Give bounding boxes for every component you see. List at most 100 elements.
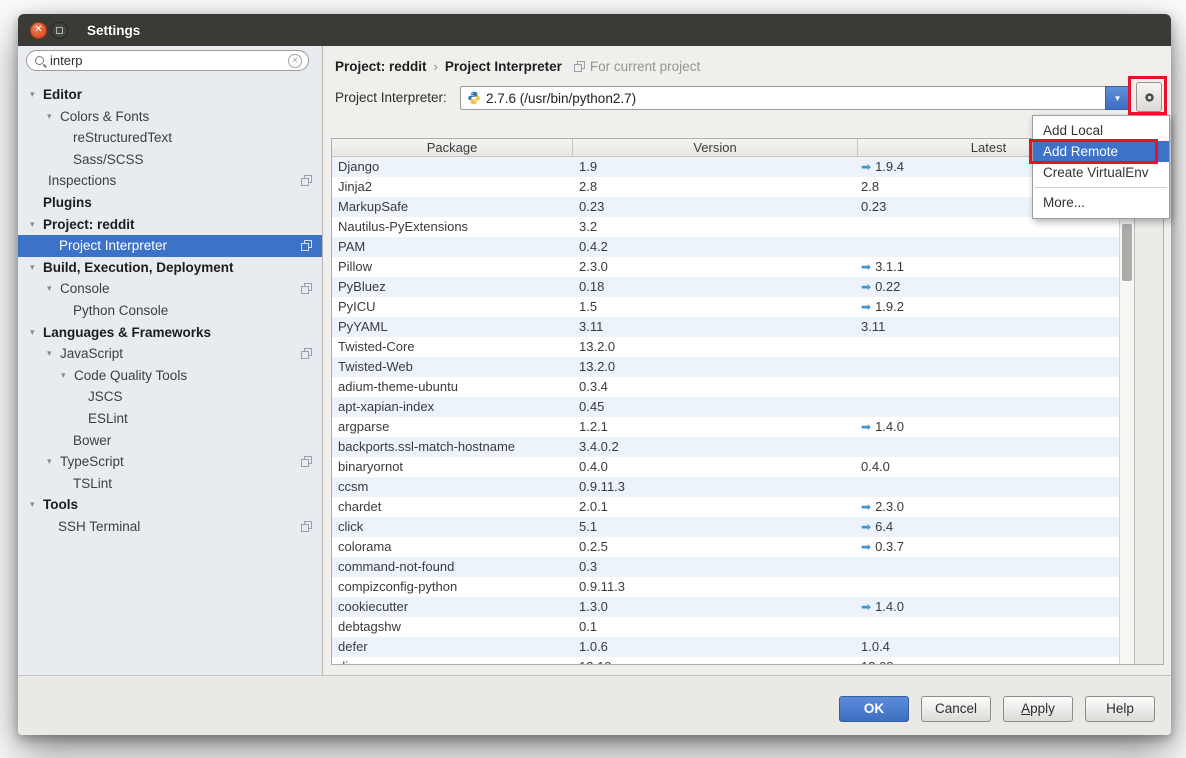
table-row[interactable]: backports.ssl-match-hostname3.4.0.2 [332, 437, 1119, 457]
package-version: 13.2.0 [573, 337, 858, 357]
help-button[interactable]: Help [1085, 696, 1155, 722]
tree-item-project-reddit[interactable]: ▾ Project: reddit [18, 214, 322, 236]
interpreter-select[interactable]: 2.7.6 (/usr/bin/python2.7) ▼ [460, 86, 1130, 110]
menu-item-create-virtualenv[interactable]: Create VirtualEnv [1033, 162, 1169, 183]
package-latest: ➡1.9.2 [858, 297, 1119, 317]
tree-item-languages-frameworks[interactable]: ▾Languages & Frameworks [18, 322, 322, 344]
latest-version-text: 1.9.2 [875, 299, 904, 314]
table-row[interactable]: PyICU1.5➡1.9.2 [332, 297, 1119, 317]
scrollbar-thumb[interactable] [1122, 224, 1132, 281]
apply-button[interactable]: Apply [1003, 696, 1073, 722]
tree-item-jscs[interactable]: JSCS [18, 386, 322, 408]
tree-item-editor[interactable]: ▾Editor [18, 84, 322, 106]
tree-item-tools[interactable]: ▾Tools [18, 494, 322, 516]
table-row[interactable]: dirspec13.1013.08 [332, 657, 1119, 664]
tree-item-tslint[interactable]: TSLint [18, 473, 322, 495]
gear-button[interactable] [1136, 82, 1162, 112]
package-name: binaryornot [332, 457, 573, 477]
menu-item-more-[interactable]: More... [1033, 192, 1169, 213]
table-row[interactable]: Nautilus-PyExtensions3.2 [332, 217, 1119, 237]
settings-sidebar: interp ✕ ▾Editor▾Colors & FontsreStructu… [18, 46, 323, 675]
breadcrumb-project[interactable]: Project: reddit [335, 59, 427, 74]
settings-search-input[interactable]: interp ✕ [26, 50, 309, 71]
package-name: PyBluez [332, 277, 573, 297]
tree-item-ssh-terminal[interactable]: SSH Terminal [18, 516, 322, 538]
tree-item-label: Build, Execution, Deployment [43, 260, 234, 275]
tree-item-label: Project: reddit [43, 217, 135, 232]
tree-item-eslint[interactable]: ESLint [18, 408, 322, 430]
table-row[interactable]: ccsm0.9.11.3 [332, 477, 1119, 497]
package-name: colorama [332, 537, 573, 557]
table-row[interactable]: Jinja22.82.8 [332, 177, 1119, 197]
latest-version-text: 6.4 [875, 519, 893, 534]
package-name: click [332, 517, 573, 537]
package-name: Nautilus-PyExtensions [332, 217, 573, 237]
table-row[interactable]: binaryornot0.4.00.4.0 [332, 457, 1119, 477]
package-name: MarkupSafe [332, 197, 573, 217]
tree-item-javascript[interactable]: ▾JavaScript [18, 343, 322, 365]
column-header-version[interactable]: Version [573, 139, 858, 156]
table-row[interactable]: argparse1.2.1➡1.4.0 [332, 417, 1119, 437]
tree-item-code-quality-tools[interactable]: ▾Code Quality Tools [18, 365, 322, 387]
tree-item-python-console[interactable]: Python Console [18, 300, 322, 322]
package-version: 0.2.5 [573, 537, 858, 557]
table-row[interactable]: apt-xapian-index0.45 [332, 397, 1119, 417]
package-latest [858, 237, 1119, 257]
expand-arrow-icon[interactable]: ▾ [30, 322, 35, 344]
expand-arrow-icon[interactable]: ▾ [47, 451, 52, 473]
tree-item-bower[interactable]: Bower [18, 430, 322, 452]
maximize-window-icon[interactable] [51, 22, 68, 39]
tree-item-typescript[interactable]: ▾TypeScript [18, 451, 322, 473]
latest-version-text: 1.4.0 [875, 419, 904, 434]
menu-item-add-remote[interactable]: Add Remote [1033, 141, 1169, 162]
ok-button[interactable]: OK [839, 696, 909, 722]
table-row[interactable]: cookiecutter1.3.0➡1.4.0 [332, 597, 1119, 617]
package-name: argparse [332, 417, 573, 437]
clear-search-icon[interactable]: ✕ [288, 54, 302, 68]
interpreter-label: Project Interpreter: [335, 90, 447, 105]
table-row[interactable]: Twisted-Web13.2.0 [332, 357, 1119, 377]
expand-arrow-icon[interactable]: ▾ [30, 494, 35, 516]
tree-item-label: Sass/SCSS [73, 152, 144, 167]
expand-arrow-icon[interactable]: ▾ [30, 257, 35, 279]
close-window-icon[interactable]: ✕ [30, 22, 47, 39]
package-latest: ➡1.4.0 [858, 417, 1119, 437]
expand-arrow-icon[interactable]: ▾ [61, 365, 66, 387]
table-row[interactable]: PAM0.4.2 [332, 237, 1119, 257]
table-row[interactable]: adium-theme-ubuntu0.3.4 [332, 377, 1119, 397]
expand-arrow-icon[interactable]: ▾ [47, 106, 52, 128]
column-header-package[interactable]: Package [332, 139, 573, 156]
table-row[interactable]: defer1.0.61.0.4 [332, 637, 1119, 657]
tree-item-inspections[interactable]: Inspections [18, 170, 322, 192]
expand-arrow-icon[interactable]: ▾ [47, 343, 52, 365]
table-row[interactable]: PyBluez0.18➡0.22 [332, 277, 1119, 297]
package-name: defer [332, 637, 573, 657]
table-row[interactable]: command-not-found0.3 [332, 557, 1119, 577]
table-row[interactable]: compizconfig-python0.9.11.3 [332, 577, 1119, 597]
tree-item-build-execution-deployment[interactable]: ▾ Build, Execution, Deployment [18, 257, 322, 279]
expand-arrow-icon[interactable]: ▾ [30, 84, 35, 106]
tree-item-colors-fonts[interactable]: ▾Colors & Fonts [18, 106, 322, 128]
menu-item-add-local[interactable]: Add Local [1033, 120, 1169, 141]
package-version: 1.2.1 [573, 417, 858, 437]
tree-item-restructuredtext[interactable]: reStructuredText [18, 127, 322, 149]
expand-arrow-icon[interactable]: ▾ [30, 214, 35, 236]
table-row[interactable]: click5.1➡6.4 [332, 517, 1119, 537]
cancel-button[interactable]: Cancel [921, 696, 991, 722]
tree-item-sass-scss[interactable]: Sass/SCSS [18, 149, 322, 171]
latest-version-text: 13.08 [861, 659, 894, 664]
expand-arrow-icon[interactable]: ▾ [47, 278, 52, 300]
table-row[interactable]: MarkupSafe0.230.23 [332, 197, 1119, 217]
interpreter-dropdown-arrow-icon[interactable]: ▼ [1105, 86, 1130, 110]
table-row[interactable]: Django1.9➡1.9.4 [332, 157, 1119, 177]
table-row[interactable]: PyYAML3.113.11 [332, 317, 1119, 337]
table-row[interactable]: colorama0.2.5➡0.3.7 [332, 537, 1119, 557]
tree-item-console[interactable]: ▾Console [18, 278, 322, 300]
table-row[interactable]: chardet2.0.1➡2.3.0 [332, 497, 1119, 517]
table-row[interactable]: Pillow2.3.0➡3.1.1 [332, 257, 1119, 277]
table-row[interactable]: debtagshw0.1 [332, 617, 1119, 637]
tree-item-plugins[interactable]: Plugins [18, 192, 322, 214]
tree-item-project-interpreter[interactable]: Project Interpreter [18, 235, 322, 257]
table-row[interactable]: Twisted-Core13.2.0 [332, 337, 1119, 357]
package-table: PackageVersionLatest Django1.9➡1.9.4Jinj… [332, 139, 1119, 664]
